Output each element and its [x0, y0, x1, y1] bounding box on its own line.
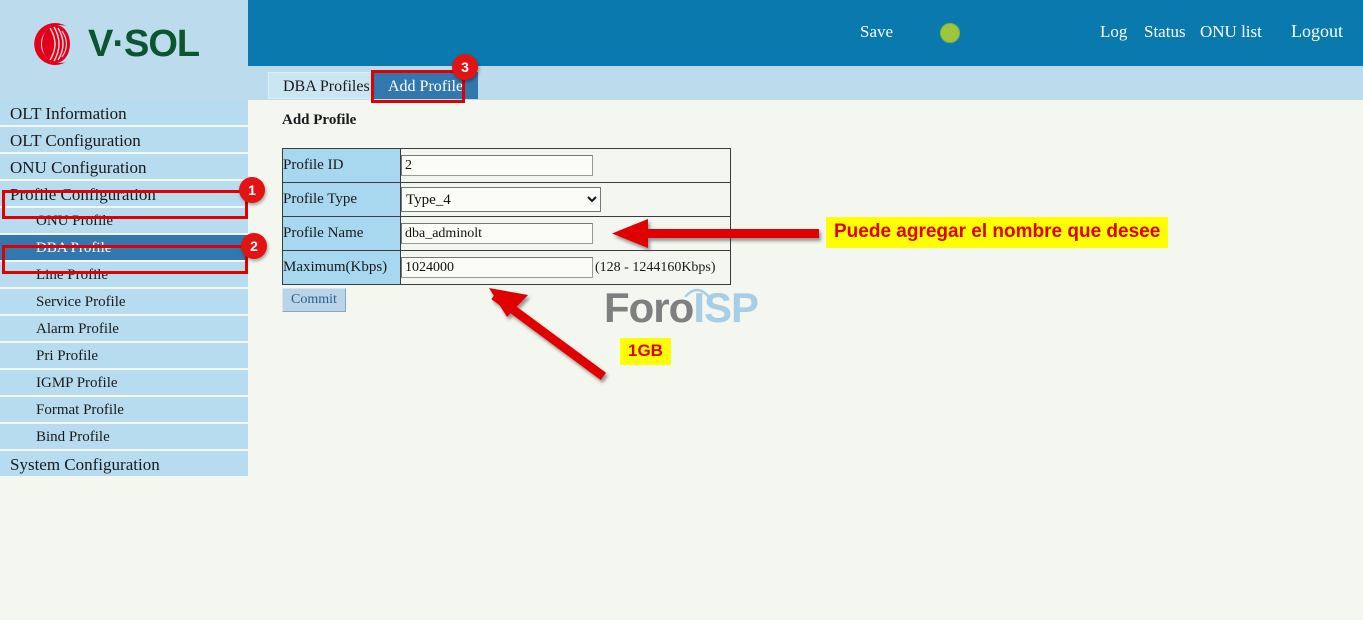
table-row: Profile Name [282, 216, 731, 251]
maximum-range-hint: (128 - 1244160Kbps) [595, 259, 716, 275]
step-badge-3: 3 [452, 54, 478, 80]
cell-profile-type: Type_4 [400, 182, 731, 217]
sidebar-item-format-profile[interactable]: Format Profile [0, 397, 248, 424]
sidebar-item-igmp-profile[interactable]: IGMP Profile [0, 370, 248, 397]
sidebar-navigation: OLT Information OLT Configuration ONU Co… [0, 100, 248, 478]
log-link[interactable]: Log [1100, 22, 1127, 42]
sidebar-item-line-profile[interactable]: Line Profile [0, 262, 248, 289]
step-badge-1: 1 [239, 177, 265, 203]
table-row: Profile ID [282, 148, 731, 183]
page-title: Add Profile [282, 112, 357, 128]
sidebar-item-service-profile[interactable]: Service Profile [0, 289, 248, 316]
profile-name-input[interactable] [401, 223, 593, 244]
table-row: Maximum(Kbps) (128 - 1244160Kbps) [282, 250, 731, 285]
sidebar-item-bind-profile[interactable]: Bind Profile [0, 424, 248, 451]
sidebar-item-dba-profile[interactable]: DBA Profile [0, 235, 248, 262]
note-bandwidth-size: 1GB [620, 338, 671, 365]
brand-logo[interactable]: V·SOL [26, 18, 200, 70]
sidebar-item-profile-configuration[interactable]: Profile Configuration [0, 181, 248, 208]
step-badge-2: 2 [241, 233, 267, 259]
onu-list-link[interactable]: ONU list [1200, 22, 1262, 42]
label-profile-name: Profile Name [282, 216, 401, 251]
application-window: V·SOL Save Log Status ONU list Logout DB… [0, 0, 1363, 620]
cell-profile-id [400, 148, 731, 183]
cell-profile-name [400, 216, 731, 251]
table-row: Profile Type Type_4 [282, 182, 731, 217]
sidebar-item-onu-configuration[interactable]: ONU Configuration [0, 154, 248, 181]
sidebar-item-pri-profile[interactable]: Pri Profile [0, 343, 248, 370]
maximum-kbps-input[interactable] [401, 257, 593, 278]
label-maximum-kbps: Maximum(Kbps) [282, 250, 401, 285]
vsol-swirl-logo-icon [26, 18, 78, 70]
logout-link[interactable]: Logout [1291, 21, 1343, 42]
cell-maximum-kbps: (128 - 1244160Kbps) [400, 250, 731, 285]
brand-name: V·SOL [88, 22, 200, 65]
sidebar-item-alarm-profile[interactable]: Alarm Profile [0, 316, 248, 343]
tab-bar: DBA Profiles Add Profile [248, 66, 1363, 100]
sidebar-item-olt-configuration[interactable]: OLT Configuration [0, 127, 248, 154]
top-navigation-bar: Save Log Status ONU list Logout [248, 0, 1363, 66]
status-link[interactable]: Status [1144, 22, 1186, 42]
note-profile-name: Puede agregar el nombre que desee [826, 217, 1169, 248]
logo-panel: V·SOL [0, 0, 248, 100]
sidebar-item-olt-information[interactable]: OLT Information [0, 100, 248, 127]
label-profile-type: Profile Type [282, 182, 401, 217]
green-status-dot-icon [940, 23, 960, 43]
add-profile-form-table: Profile ID Profile Type Type_4 Profile N… [282, 148, 731, 285]
profile-id-input[interactable] [401, 155, 593, 176]
label-profile-id: Profile ID [282, 148, 401, 183]
commit-button[interactable]: Commit [282, 288, 346, 312]
sidebar-item-onu-profile[interactable]: ONU Profile [0, 208, 248, 235]
main-content: Add Profile Profile ID Profile Type Type… [248, 100, 1363, 620]
tab-dba-profiles[interactable]: DBA Profiles [268, 72, 385, 99]
save-button[interactable]: Save [860, 22, 893, 42]
profile-type-select[interactable]: Type_4 [401, 187, 601, 212]
sidebar-item-system-configuration[interactable]: System Configuration [0, 451, 248, 478]
